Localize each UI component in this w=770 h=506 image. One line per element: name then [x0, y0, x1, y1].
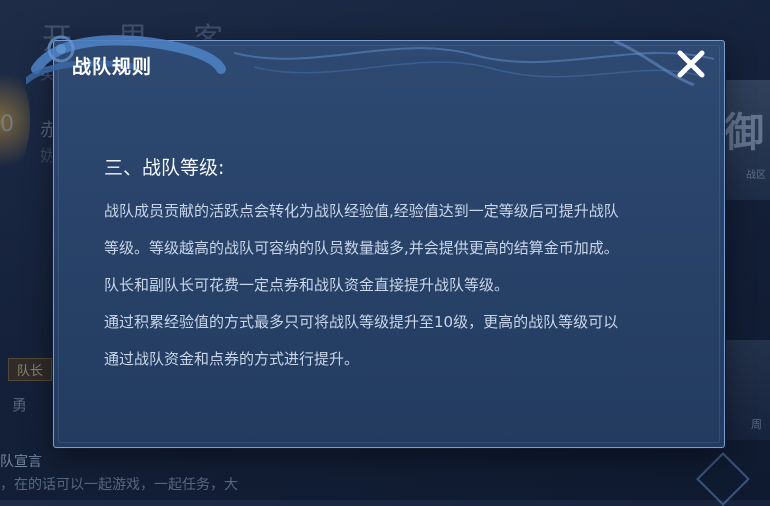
rule-line: 队长和副队长可花费一定点券和战队资金直接提升战队等级。 [104, 276, 510, 294]
declaration-text: ，在的话可以一起游戏，一起任务，大 [0, 477, 238, 493]
background-right-card-2 [726, 340, 770, 440]
team-rules-dialog: 战队规则 三、战队等级: 战队成员贡献的活跃点会转化为战队经验值,经验值达到一定… [26, 35, 725, 448]
close-button[interactable] [674, 47, 708, 81]
rules-text: 战队成员贡献的活跃点会转化为战队经验值,经验值达到一定等级后可提升战队 等级。等… [104, 193, 694, 378]
background-right-tag-2: 周 [751, 418, 762, 431]
background-right-glyph: 御 [724, 110, 764, 156]
captain-name: 勇 [12, 396, 28, 414]
rule-line: 通过积累经验值的方式最多只可将战队等级提升至10级，更高的战队等级可以 [104, 313, 619, 331]
background-right-tag: 战区 [746, 170, 766, 181]
header-wave-decoration [234, 39, 714, 87]
declaration-title: 队宣言 [0, 454, 42, 470]
rule-line: 通过战队资金和点券的方式进行提升。 [104, 350, 360, 368]
section-heading: 三、战队等级: [104, 157, 225, 179]
captain-badge: 队长 [8, 358, 53, 381]
rule-line: 等级。等级越高的战队可容纳的队员数量越多,并会提供更高的结算金币加成。 [104, 239, 619, 257]
dialog-title: 战队规则 [72, 56, 153, 78]
close-icon [677, 50, 705, 78]
rule-line: 战队成员贡献的活跃点会转化为战队经验值,经验值达到一定等级后可提升战队 [104, 202, 619, 220]
diamond-icon [696, 452, 750, 506]
background-number: 0 [0, 112, 14, 137]
